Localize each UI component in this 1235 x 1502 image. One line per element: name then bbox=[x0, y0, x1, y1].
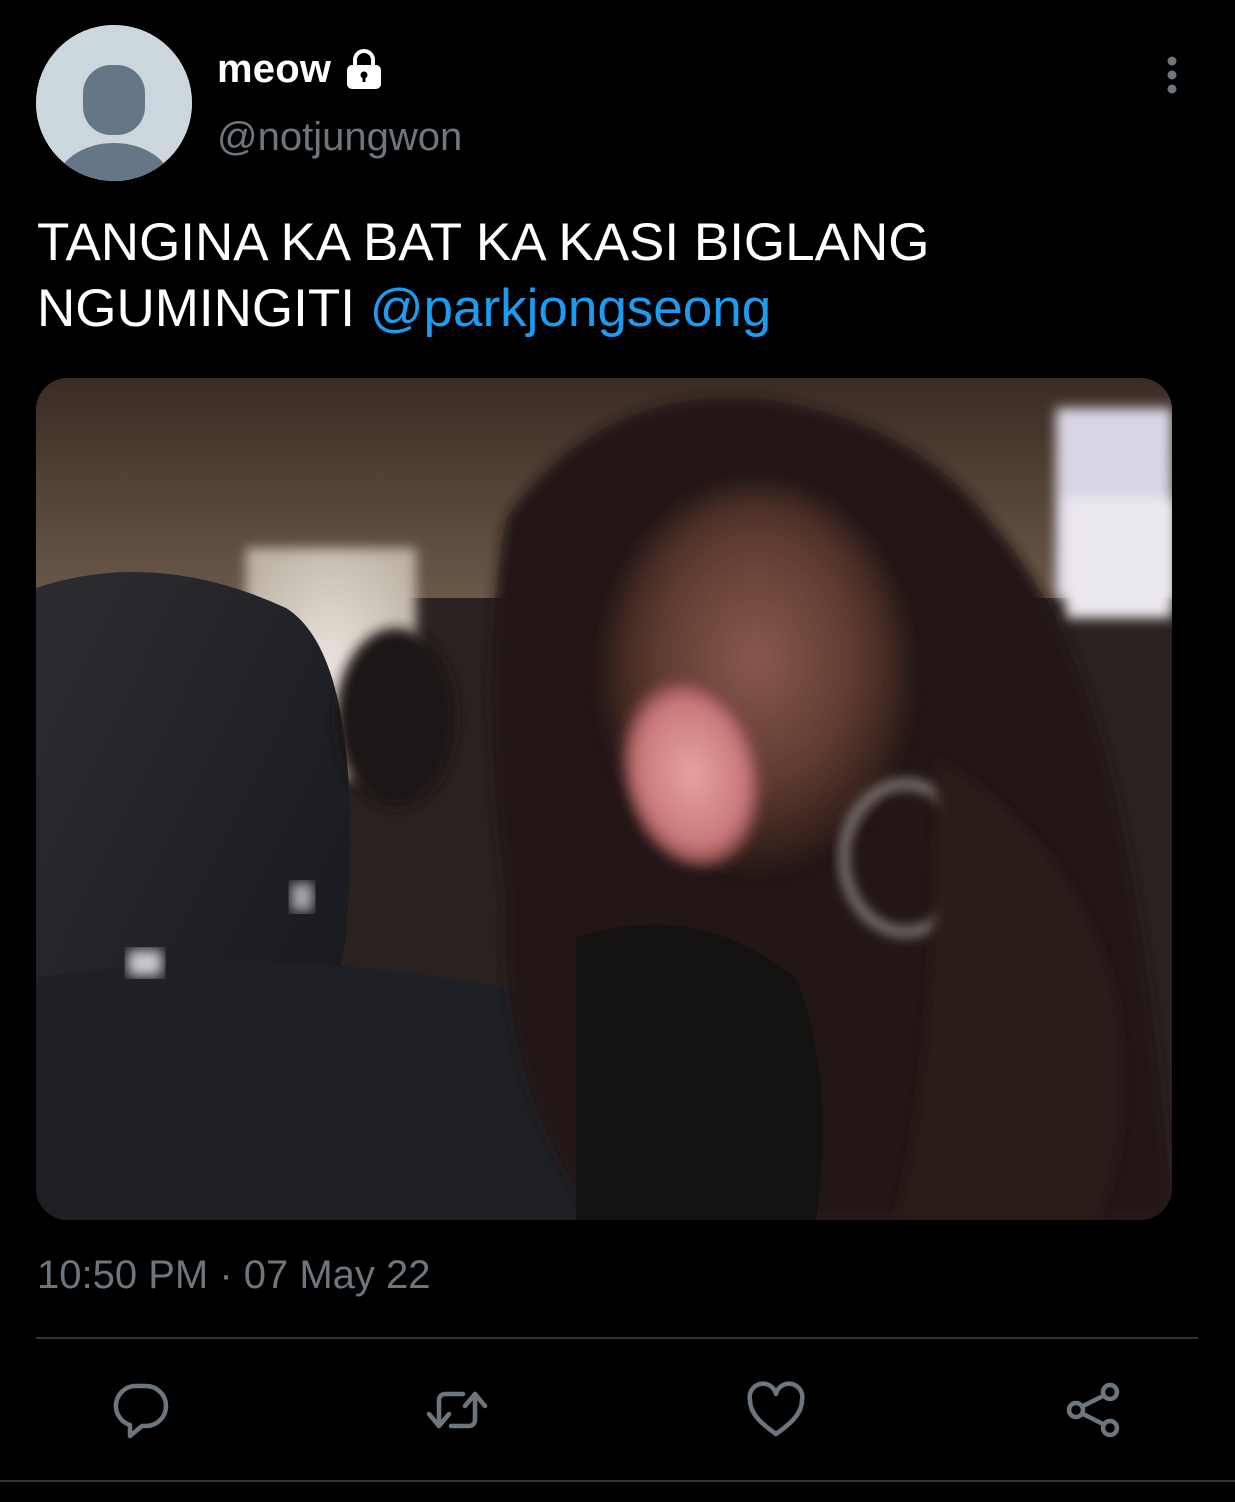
tweet-detail: meow @notjungwon TANGINA KA BAT KA KASI … bbox=[0, 0, 1235, 1502]
like-button[interactable] bbox=[744, 1378, 808, 1442]
heart-icon bbox=[747, 1381, 805, 1437]
retweet-icon bbox=[426, 1391, 488, 1429]
mention-link[interactable]: @parkjongseong bbox=[370, 279, 772, 338]
reply-button[interactable] bbox=[108, 1378, 172, 1442]
tweet-photo[interactable] bbox=[36, 378, 1172, 1220]
author-handle[interactable]: @notjungwon bbox=[217, 115, 462, 160]
photo-image bbox=[36, 378, 1172, 1220]
author-display-name[interactable]: meow bbox=[217, 47, 331, 92]
avatar[interactable] bbox=[36, 25, 192, 181]
divider bbox=[36, 1337, 1198, 1339]
lock-icon bbox=[341, 46, 387, 92]
retweet-button[interactable] bbox=[425, 1378, 489, 1442]
author-name-row[interactable]: meow bbox=[217, 44, 387, 94]
divider bbox=[0, 1480, 1235, 1482]
tweet-timestamp[interactable]: 10:50 PM · 07 May 22 bbox=[37, 1253, 431, 1298]
default-avatar-icon bbox=[36, 25, 192, 181]
share-button[interactable] bbox=[1062, 1378, 1126, 1442]
reply-icon bbox=[113, 1383, 169, 1439]
share-icon bbox=[1066, 1382, 1120, 1438]
more-vertical-icon[interactable] bbox=[1150, 50, 1194, 100]
tweet-text: TANGINA KA BAT KA KASI BIGLANG NGUMINGIT… bbox=[37, 210, 1197, 342]
